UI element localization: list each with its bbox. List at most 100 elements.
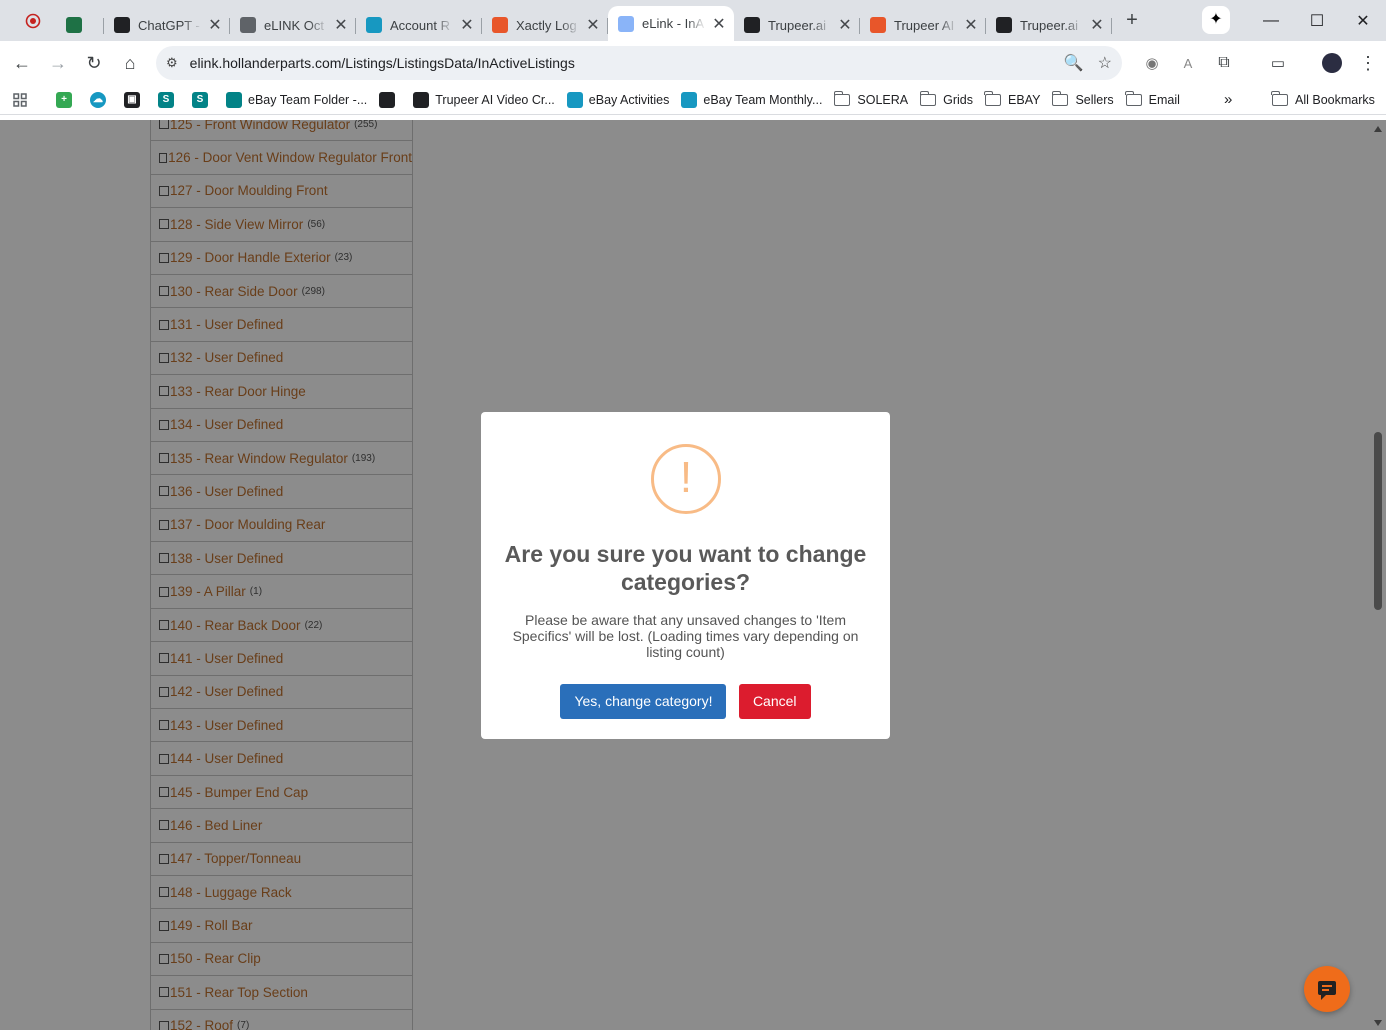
close-tab-icon[interactable]: ✕ [460,15,474,35]
all-bookmarks-label: All Bookmarks [1295,92,1375,107]
trupeer-icon [996,17,1012,33]
new-tab-button[interactable]: + [1118,9,1146,32]
browser-tab[interactable]: eLINK Oct ✕ [230,9,356,41]
chatgpt-icon [114,17,130,33]
more-bookmarks-icon[interactable]: » [1224,91,1232,108]
trupeer-icon [413,91,430,108]
tab-title: eLINK Oct [264,17,324,33]
extension-a-icon[interactable]: A [1170,45,1206,81]
reload-icon[interactable]: ↻ [76,45,112,81]
extensions-icon[interactable]: ⧉ [1206,45,1242,81]
sheets-bookmark-icon[interactable]: + [56,91,78,108]
camera-icon[interactable]: ◉ [1134,45,1170,81]
folder-icon [1271,90,1288,106]
confirm-button[interactable]: Yes, change category! [560,684,727,719]
bookmark-star-icon[interactable]: ☆ [1098,53,1112,73]
scroll-down-icon[interactable] [1374,1020,1382,1026]
warning-glyph: ! [679,453,693,502]
bookmark-item[interactable]: eBay Activities [566,91,669,108]
browser-tab[interactable]: Trupeer.ai ✕ [986,9,1112,41]
browser-tab[interactable]: Xactly Log ✕ [482,9,608,41]
confirm-dialog: ! Are you sure you want to change catego… [481,412,890,739]
browser-toolbar: ← → ↻ ⌂ ⚙ elink.hollanderparts.com/Listi… [0,41,1386,85]
url-text[interactable]: elink.hollanderparts.com/Listings/Listin… [190,55,575,71]
warning-icon: ! [651,444,721,514]
trupeer-icon [744,17,760,33]
close-tab-icon[interactable]: ✕ [964,15,978,35]
bookmark-item[interactable]: Grids [919,90,974,107]
back-icon[interactable]: ← [4,45,40,81]
close-tab-icon[interactable]: ✕ [838,15,852,35]
close-tab-icon[interactable]: ✕ [334,15,348,35]
folder-icon [1125,90,1142,106]
menu-icon[interactable]: ⋮ [1350,45,1386,81]
scrollbar-thumb[interactable] [1374,432,1382,610]
browser-tab[interactable]: Account R ✕ [356,9,482,41]
chat-icon [1318,981,1336,1000]
zoom-icon[interactable]: 🔍 [1064,53,1084,73]
page-scrollbar[interactable] [1370,120,1386,1030]
browser-tab[interactable]: eLink - InA ✕ [608,6,734,41]
bookmark-label: Sellers [1075,92,1114,107]
window-controls: — ☐ ✕ [1248,0,1386,41]
close-tab-icon[interactable]: ✕ [1090,15,1104,35]
bookmark-item[interactable]: EBAY [984,90,1041,107]
bookmark-item[interactable]: eBay Team Monthly... [681,91,823,108]
tab-title: Xactly Log [516,17,577,33]
bookmark-item[interactable]: Sellers [1051,90,1114,107]
xactly-icon [492,17,508,33]
chatgpt-icon [379,91,396,108]
record-indicator-icon[interactable] [18,6,48,36]
salesforce-bookmark-icon[interactable]: ☁ [90,91,112,108]
tab-search-icon[interactable]: ▭ [1260,45,1296,81]
profile-avatar[interactable] [1314,45,1350,81]
cancel-button[interactable]: Cancel [738,684,811,719]
tab-strip: ChatGPT - ✕ eLINK Oct ✕ Account R ✕ Xactly Log… [0,0,1386,41]
sharepoint-bookmark-icon[interactable]: S [158,91,180,108]
dialog-title: Are you sure you want to change categori… [504,541,867,595]
tab-title: Trupeer.ai [768,17,827,33]
bookmark-item[interactable]: Email [1125,90,1180,107]
tab-title: Trupeer AI [894,17,955,33]
close-window-icon[interactable]: ✕ [1340,11,1386,31]
folder-icon [1051,90,1069,106]
bookmark-label: Grids [943,92,974,107]
tab-title: eLink - InA [642,16,705,31]
bookmarks-bar: + ☁ ▣ S S eBay Team Folder -... Trupeer A… [0,85,1386,115]
sharepoint-bookmark-icon-2[interactable]: S [192,91,214,108]
browser-tab[interactable]: Trupeer AI ✕ [860,9,986,41]
all-bookmarks-folder[interactable]: All Bookmarks [1271,90,1375,107]
site-info-icon[interactable]: ⚙ [166,55,178,71]
browser-tab[interactable]: Trupeer.ai ✕ [734,9,860,41]
excel-icon [66,17,82,33]
page-icon [618,15,634,32]
bookmark-item[interactable] [379,91,401,108]
tab-title: Trupeer.ai [1020,17,1079,33]
close-tab-icon[interactable]: ✕ [208,15,222,35]
minimize-icon[interactable]: — [1248,12,1294,30]
gemini-icon[interactable]: ✦ [1202,6,1230,34]
globe-icon [240,17,256,33]
browser-tab[interactable]: ChatGPT - ✕ [104,9,230,41]
bookmark-label: SOLERA [857,92,909,107]
close-tab-icon[interactable]: ✕ [586,15,600,35]
forward-icon[interactable]: → [40,45,76,81]
bookmark-label: Email [1148,92,1180,107]
briefcase-bookmark-icon[interactable]: ▣ [124,91,146,108]
scroll-up-icon[interactable] [1374,126,1382,132]
maximize-icon[interactable]: ☐ [1294,11,1340,31]
browser-tab[interactable] [56,9,104,41]
tab-title: Account R [390,17,450,33]
bookmark-label: Trupeer AI Video Cr... [435,92,555,107]
bookmark-label: EBAY [1008,92,1041,107]
bookmark-label: eBay Team Monthly... [703,92,823,107]
bookmark-item[interactable]: eBay Team Folder -... [226,91,367,108]
chat-button[interactable] [1304,966,1350,1012]
bookmark-item[interactable]: SOLERA [833,90,909,107]
close-tab-icon[interactable]: ✕ [712,14,726,34]
address-bar[interactable]: ⚙ elink.hollanderparts.com/Listings/List… [156,46,1122,80]
salesforce-icon [566,91,583,108]
home-icon[interactable]: ⌂ [112,45,148,81]
apps-grid-icon[interactable] [12,92,28,108]
bookmark-item[interactable]: Trupeer AI Video Cr... [413,91,555,108]
